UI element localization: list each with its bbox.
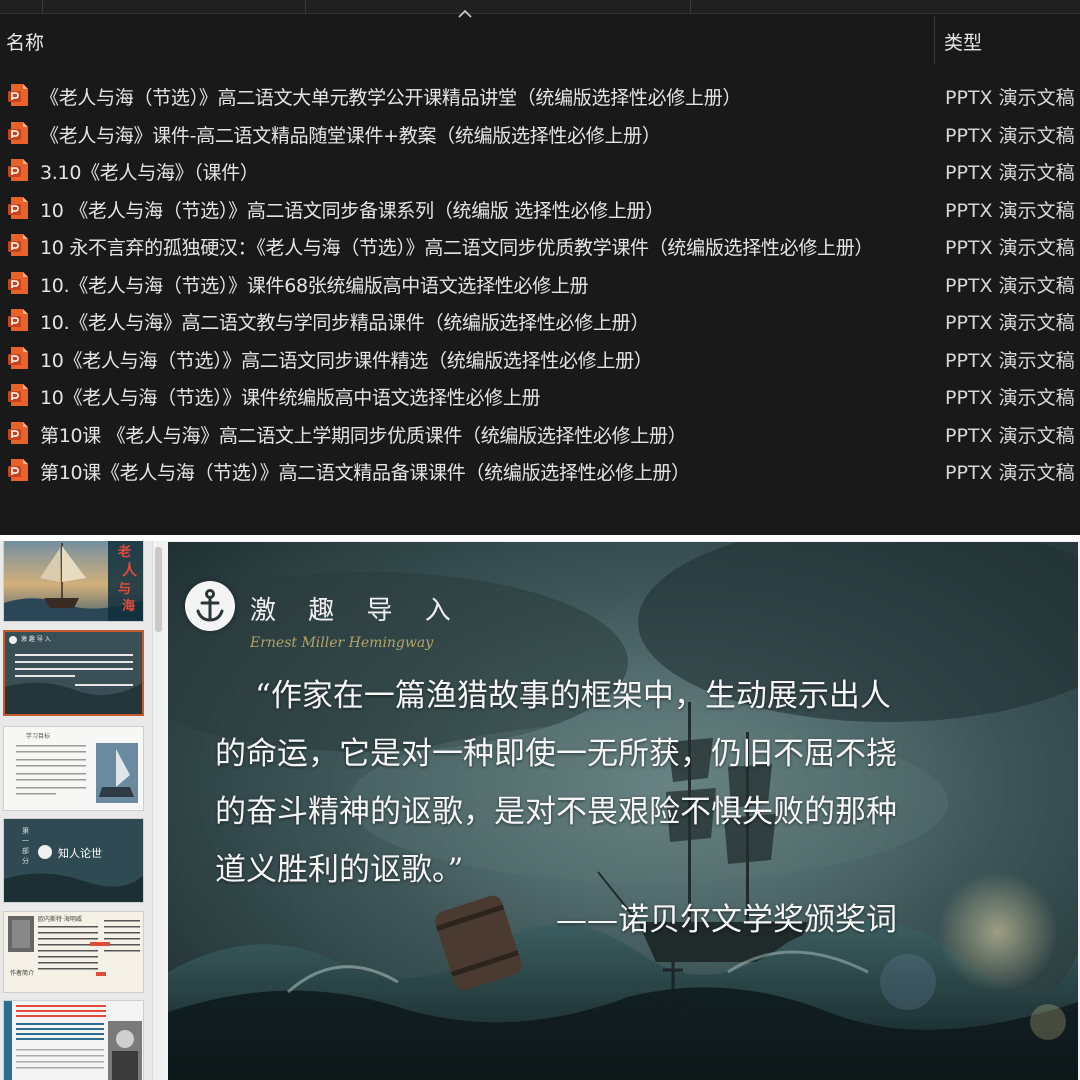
- thumb5-label: 作者简介: [10, 970, 35, 977]
- main-slide-canvas[interactable]: 激 趣 导 入 Ernest Miller Hemingway “作家在一篇渔猎…: [168, 542, 1078, 1080]
- pptx-file-icon: [8, 346, 28, 369]
- slide-thumbnail-6[interactable]: [3, 1000, 144, 1080]
- pptx-file-icon: [8, 459, 28, 481]
- thumb2-heading: 激 趣 导 入: [21, 636, 51, 643]
- file-row[interactable]: 10《老人与海（节选）》高二语文同步课件精选（统编版选择性必修上册） PPTX 演…: [0, 339, 1080, 377]
- file-row[interactable]: 第10课 《老人与海》高二语文上学期同步优质课件（统编版选择性必修上册） PPTX…: [0, 414, 1080, 452]
- file-name[interactable]: 10《老人与海（节选）》高二语文同步课件精选（统编版选择性必修上册）: [40, 346, 653, 373]
- file-row[interactable]: 第10课《老人与海（节选）》高二语文精品备课课件（统编版选择性必修上册） PPTX…: [0, 451, 1080, 489]
- pptx-file-icon: [8, 309, 28, 331]
- file-type: PPTX 演示文稿: [945, 274, 1075, 297]
- thumb4-vertical-2: 一: [22, 837, 29, 845]
- file-name[interactable]: 第10课《老人与海（节选）》高二语文精品备课课件（统编版选择性必修上册）: [40, 458, 690, 485]
- file-row[interactable]: 10 《老人与海（节选）》高二语文同步备课系列（统编版 选择性必修上册） PPTX…: [0, 189, 1080, 227]
- file-row[interactable]: 10 永不言弃的孤独硬汉：《老人与海（节选）》高二语文同步优质教学课件（统编版选…: [0, 226, 1080, 264]
- anchor-icon: [196, 589, 224, 622]
- pptx-file-icon: [8, 234, 28, 256]
- column-header-type[interactable]: 类型: [944, 28, 982, 55]
- quote-attribution: ——诺贝尔文学奖颁奖词: [556, 902, 897, 938]
- file-name[interactable]: 3.10《老人与海》（课件）: [40, 158, 259, 185]
- quote-block: “作家在一篇渔猎故事的框架中，生动展示出人 的命运，它是对一种即使一无所获，仍旧…: [215, 667, 897, 899]
- pptx-file-icon: [8, 421, 28, 444]
- slide-thumbnail-4[interactable]: 第 一 部 分 知人论世: [3, 818, 144, 903]
- file-name[interactable]: 10 《老人与海（节选）》高二语文同步备课系列（统编版 选择性必修上册）: [40, 196, 664, 223]
- quote-line-1: “作家在一篇渔猎故事的框架中，生动展示出人: [255, 678, 891, 714]
- pptx-file-icon: [8, 196, 28, 219]
- thumbnail-scrollbar[interactable]: [152, 541, 164, 1080]
- pptx-file-icon: [8, 121, 28, 144]
- explorer-top-bar: [0, 0, 1080, 14]
- thumb4-vertical-4: 分: [22, 857, 29, 865]
- pptx-file-icon: [8, 271, 28, 294]
- thumb4-section-title: 知人论世: [58, 847, 102, 860]
- slide-subheading: Ernest Miller Hemingway: [250, 635, 434, 651]
- quote-line-4: 道义胜利的讴歌。”: [215, 852, 464, 888]
- column-header-row: 名称 类型: [0, 16, 1080, 64]
- slide-thumbnail-1[interactable]: 老 人 与 海: [3, 541, 144, 622]
- pptx-file-icon: [8, 384, 28, 406]
- file-type: PPTX 演示文稿: [945, 387, 1075, 409]
- file-name[interactable]: 10《老人与海（节选）》课件统编版高中语文选择性必修上册: [40, 383, 541, 410]
- file-row[interactable]: 《老人与海》课件-高二语文精品随堂课件+教案（统编版选择性必修上册） PPTX 演…: [0, 114, 1080, 152]
- file-row[interactable]: 10《老人与海（节选）》课件统编版高中语文选择性必修上册 PPTX 演示文稿: [0, 376, 1080, 414]
- file-type: PPTX 演示文稿: [945, 349, 1075, 372]
- quote-line-2: 的命运，它是对一种即使一无所获，仍旧不屈不挠: [215, 736, 897, 772]
- file-type: PPTX 演示文稿: [945, 312, 1075, 334]
- file-name[interactable]: 第10课 《老人与海》高二语文上学期同步优质课件（统编版选择性必修上册）: [40, 421, 687, 448]
- thumb5-author-name: 欧内斯特·海明威: [38, 916, 82, 923]
- file-name[interactable]: 10 永不言弃的孤独硬汉：《老人与海（节选）》高二语文同步优质教学课件（统编版选…: [40, 233, 873, 260]
- slide-heading: 激 趣 导 入: [250, 596, 463, 626]
- column-header-name[interactable]: 名称: [6, 28, 44, 55]
- file-explorer: 名称 类型 《老人与海（节选）》高二语文大单元教学公开课精品讲堂（统编版选择性必…: [0, 0, 1080, 535]
- file-row[interactable]: 3.10《老人与海》（课件） PPTX 演示文稿: [0, 151, 1080, 189]
- thumb4-vertical-3: 部: [22, 847, 29, 855]
- anchor-icon-badge: [185, 581, 235, 631]
- thumb1-title-char-4: 海: [122, 599, 136, 614]
- file-name[interactable]: 《老人与海》课件-高二语文精品随堂课件+教案（统编版选择性必修上册）: [40, 121, 661, 148]
- file-row[interactable]: 《老人与海（节选）》高二语文大单元教学公开课精品讲堂（统编版选择性必修上册） PP…: [0, 76, 1080, 114]
- file-type: PPTX 演示文稿: [945, 199, 1075, 222]
- file-type: PPTX 演示文稿: [945, 237, 1075, 259]
- presentation-editor: 老 人 与 海 激 趣 导 入 学习目标 第 一 部 分 知人论世 欧内斯特·海…: [0, 535, 1080, 1080]
- column-divider[interactable]: [934, 16, 935, 64]
- thumb1-title-char-3: 与: [118, 582, 132, 597]
- slide-thumbnail-2[interactable]: 激 趣 导 入: [3, 630, 144, 716]
- quote-line-3: 的奋斗精神的讴歌，是对不畏艰险不惧失败的那种: [215, 794, 897, 830]
- file-row[interactable]: 10.《老人与海（节选）》课件68张统编版高中语文选择性必修上册 PPTX 演示文…: [0, 264, 1080, 302]
- file-type: PPTX 演示文稿: [945, 162, 1075, 184]
- file-name[interactable]: 10.《老人与海》高二语文教与学同步精品课件（统编版选择性必修上册）: [40, 308, 649, 335]
- thumb4-vertical-1: 第: [22, 827, 29, 835]
- thumb1-title-char-2: 人: [122, 561, 138, 579]
- slide-thumbnail-5[interactable]: 欧内斯特·海明威 作者简介: [3, 911, 144, 993]
- file-type: PPTX 演示文稿: [945, 87, 1075, 109]
- slide-thumbnail-3[interactable]: 学习目标: [3, 726, 144, 811]
- pptx-file-icon: [8, 84, 28, 106]
- file-name[interactable]: 《老人与海（节选）》高二语文大单元教学公开课精品讲堂（统编版选择性必修上册）: [40, 83, 741, 110]
- file-row[interactable]: 10.《老人与海》高二语文教与学同步精品课件（统编版选择性必修上册） PPTX 演…: [0, 301, 1080, 339]
- file-type: PPTX 演示文稿: [945, 424, 1075, 447]
- file-type: PPTX 演示文稿: [945, 462, 1075, 484]
- file-list: 《老人与海（节选）》高二语文大单元教学公开课精品讲堂（统编版选择性必修上册） PP…: [0, 76, 1080, 489]
- pptx-file-icon: [8, 159, 28, 181]
- scrollbar-thumb[interactable]: [155, 547, 162, 632]
- file-name[interactable]: 10.《老人与海（节选）》课件68张统编版高中语文选择性必修上册: [40, 271, 589, 298]
- thumb1-title-char-1: 老: [118, 545, 132, 560]
- file-type: PPTX 演示文稿: [945, 124, 1075, 147]
- slide-thumbnail-panel[interactable]: 老 人 与 海 激 趣 导 入 学习目标 第 一 部 分 知人论世 欧内斯特·海…: [0, 541, 152, 1080]
